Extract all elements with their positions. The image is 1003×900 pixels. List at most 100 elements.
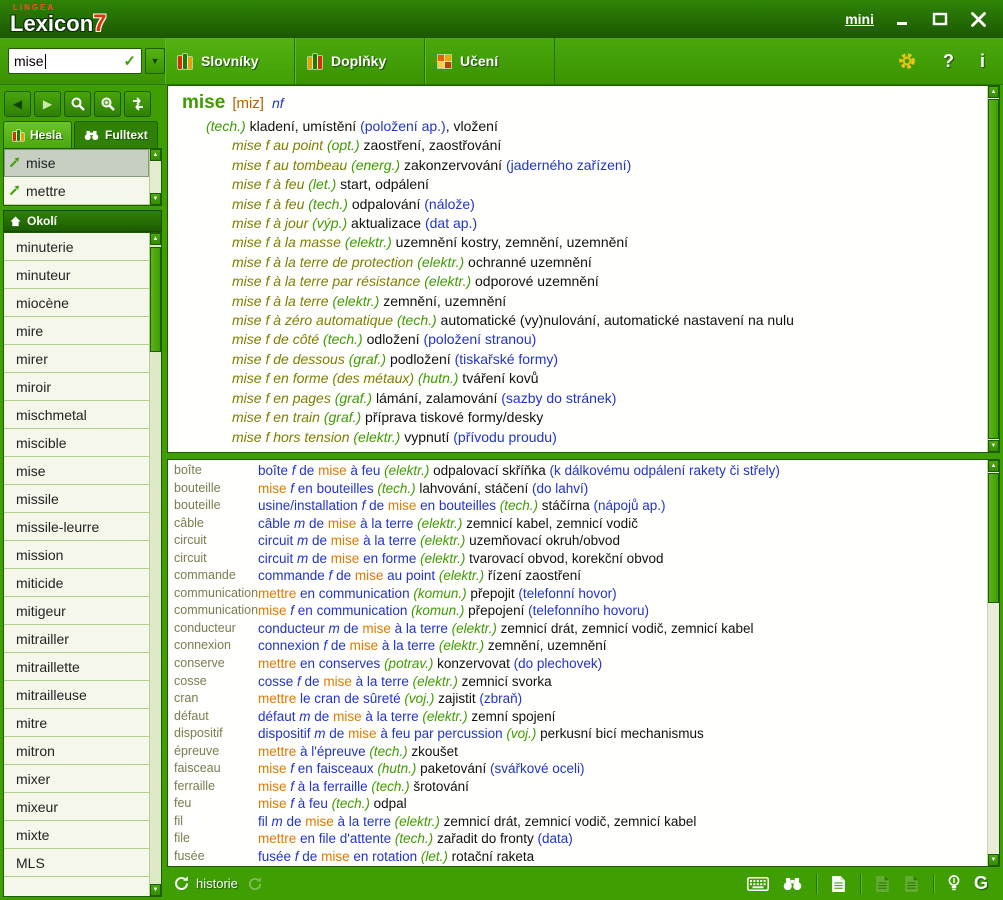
scroll-up-icon[interactable]: ▲ — [988, 86, 999, 98]
collocation-row[interactable]: conducteur conducteur m de mise à la ter… — [174, 620, 986, 638]
search-button[interactable] — [64, 91, 91, 117]
collocation-row[interactable]: circuit circuit m de mise en forme (elek… — [174, 550, 986, 568]
tab-fulltext[interactable]: Fulltext — [74, 121, 158, 148]
entry-line: (tech.) kladení, umístění (položení ap.)… — [182, 117, 982, 136]
history-button[interactable]: historie — [173, 875, 238, 892]
scrollbar-thumb[interactable] — [150, 247, 161, 352]
word-list-item[interactable]: mitigeur — [4, 597, 149, 625]
document-active-icon[interactable] — [831, 875, 846, 893]
result-item-mettre[interactable]: mettre — [4, 177, 149, 205]
word-list-item[interactable]: mire — [4, 317, 149, 345]
search-history-dropdown[interactable]: ▼ — [145, 48, 165, 74]
word-list-item[interactable]: minuterie — [4, 233, 149, 261]
collocation-row[interactable]: feu mise f à feu (tech.) odpal — [174, 795, 986, 813]
entry-line: mise f à feu (let.) start, odpálení — [182, 175, 982, 194]
word-list-item[interactable]: miroir — [4, 373, 149, 401]
binoculars-icon[interactable] — [783, 877, 802, 891]
scrollbar-thumb[interactable] — [988, 473, 999, 603]
close-icon[interactable] — [970, 12, 987, 27]
gear-icon[interactable] — [897, 51, 917, 71]
collocation-row[interactable]: cosse cosse f de mise à la terre (elektr… — [174, 673, 986, 691]
collocation-text: mise f à la ferraille (tech.) šrotování — [258, 778, 986, 796]
scroll-down-icon[interactable]: ▼ — [150, 884, 161, 896]
word-list-item[interactable]: mitraillette — [4, 653, 149, 681]
word-list-item[interactable]: miticide — [4, 569, 149, 597]
collocation-row[interactable]: commande commande f de mise au point (el… — [174, 567, 986, 585]
word-list-item[interactable]: mise — [4, 457, 149, 485]
collocations-scrollbar: ▲ ▼ — [987, 460, 999, 866]
collocation-row[interactable]: bouteille usine/installation f de mise e… — [174, 497, 986, 515]
collocation-row[interactable]: fusée fusée f de mise en rotation (let.)… — [174, 848, 986, 866]
search-input[interactable]: mise ✓ — [8, 48, 142, 74]
minimize-icon[interactable] — [896, 12, 910, 26]
collocation-row[interactable]: circuit circuit m de mise à la terre (el… — [174, 532, 986, 550]
scroll-up-icon[interactable]: ▲ — [988, 460, 999, 472]
word-list-item[interactable]: minuteur — [4, 261, 149, 289]
collocation-row[interactable]: fil fil m de mise à la terre (elektr.) z… — [174, 813, 986, 831]
keyboard-icon[interactable] — [747, 877, 769, 891]
fulltext-search-button[interactable] — [94, 91, 121, 117]
word-list-item[interactable]: miscible — [4, 429, 149, 457]
maximize-icon[interactable] — [932, 12, 948, 26]
scroll-up-icon[interactable]: ▲ — [150, 149, 161, 161]
back-button[interactable]: ◀ — [4, 91, 31, 117]
collocation-row[interactable]: dispositif dispositif m de mise à feu pa… — [174, 725, 986, 743]
collocation-row[interactable]: ferraille mise f à la ferraille (tech.) … — [174, 778, 986, 796]
result-item-mise[interactable]: mise — [4, 149, 149, 177]
scrollbar-thumb[interactable] — [988, 99, 999, 439]
forward-button[interactable]: ▶ — [34, 91, 61, 117]
collocation-row[interactable]: épreuve mettre à l'épreuve (tech.) zkouš… — [174, 743, 986, 761]
word-list-item[interactable]: mission — [4, 541, 149, 569]
check-icon: ✓ — [123, 52, 136, 70]
word-list-item[interactable]: mischmetal — [4, 401, 149, 429]
word-list-item[interactable]: mixeur — [4, 793, 149, 821]
collocation-row[interactable]: défaut défaut m de mise à la terre (elek… — [174, 708, 986, 726]
tab-addons[interactable]: Doplňky — [295, 38, 425, 84]
document-icon[interactable] — [904, 875, 919, 893]
word-list-item[interactable]: MLS — [4, 849, 149, 877]
scroll-down-icon[interactable]: ▼ — [988, 854, 999, 866]
collocation-row[interactable]: communication mettre en communication (k… — [174, 585, 986, 603]
help-icon[interactable]: ? — [943, 51, 954, 72]
search-value: mise — [14, 53, 44, 69]
word-list-item[interactable]: mixer — [4, 765, 149, 793]
word-list-item[interactable]: mixte — [4, 821, 149, 849]
collocation-row[interactable]: communication mise f en communication (k… — [174, 602, 986, 620]
word-list-item[interactable]: mitre — [4, 709, 149, 737]
word-list-item[interactable]: mitrailleuse — [4, 681, 149, 709]
word-list-item[interactable]: miocène — [4, 289, 149, 317]
word-list-item[interactable]: mitron — [4, 737, 149, 765]
search-results: mise mettre ▲ ▼ — [3, 148, 162, 206]
word-list-item[interactable]: mirer — [4, 345, 149, 373]
tab-headwords[interactable]: Hesla — [3, 121, 72, 148]
swap-direction-button[interactable] — [124, 91, 151, 117]
scroll-up-icon[interactable]: ▲ — [150, 233, 161, 245]
tab-dictionaries[interactable]: Slovníky — [165, 38, 295, 84]
word-list-item[interactable]: missile — [4, 485, 149, 513]
entry-line: mise f à jour (výp.) aktualizace (dat ap… — [182, 214, 982, 233]
collocation-row[interactable]: bouteille mise f en bouteilles (tech.) l… — [174, 480, 986, 498]
collocation-keyword: circuit — [174, 532, 258, 550]
collocation-row[interactable]: câble câble m de mise à la terre (elektr… — [174, 515, 986, 533]
refresh-icon[interactable] — [247, 876, 263, 892]
collocation-keyword: file — [174, 830, 258, 848]
bulb-icon[interactable] — [948, 875, 960, 892]
scroll-down-icon[interactable]: ▼ — [988, 440, 999, 452]
tab-learning[interactable]: Učení — [425, 38, 555, 84]
collocation-row[interactable]: conserve mettre en conserves (potrav.) k… — [174, 655, 986, 673]
collocation-row[interactable]: boîte boîte f de mise à feu (elektr.) od… — [174, 462, 986, 480]
collocation-row[interactable]: cran mettre le cran de sûreté (voj.) zaj… — [174, 690, 986, 708]
collocation-row[interactable]: connexion connexion f de mise à la terre… — [174, 637, 986, 655]
word-list-item[interactable]: mitrailler — [4, 625, 149, 653]
app-window: LINGEA Lexicon7 mini mise ✓ ▼ — [0, 0, 1003, 900]
collocation-row[interactable]: file mettre en file d'attente (tech.) za… — [174, 830, 986, 848]
mini-mode-link[interactable]: mini — [845, 11, 874, 27]
collocation-row[interactable]: faisceau mise f en faisceaux (hutn.) pak… — [174, 760, 986, 778]
scroll-down-icon[interactable]: ▼ — [150, 193, 161, 205]
info-icon[interactable]: i — [980, 51, 985, 72]
word-list-item[interactable]: missile-leurre — [4, 513, 149, 541]
google-search-icon[interactable]: G — [974, 873, 988, 894]
document-icon[interactable] — [875, 875, 890, 893]
collocation-keyword: dispositif — [174, 725, 258, 743]
tab-label: Fulltext — [105, 128, 148, 142]
